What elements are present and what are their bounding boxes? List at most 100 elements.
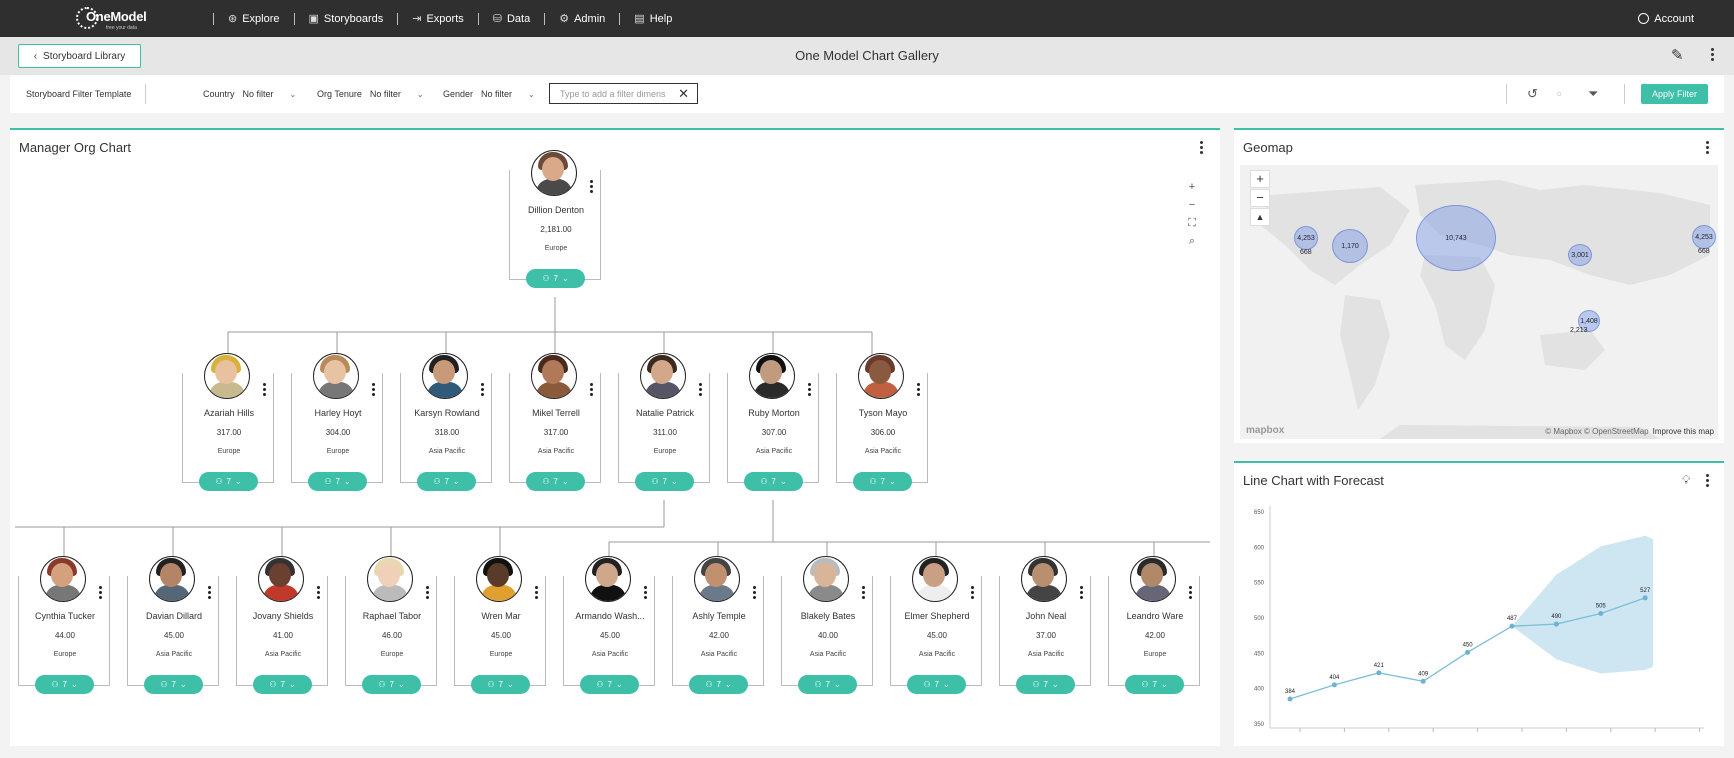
- expand-reports-button[interactable]: ⚇ 7 ⌄: [689, 675, 748, 694]
- map-bubble[interactable]: 4,253: [1692, 225, 1716, 249]
- close-icon[interactable]: ✕: [678, 86, 689, 102]
- org-card[interactable]: Armando Wash... 45.00 Asia Pacific ⚇ 7 ⌄: [563, 556, 655, 694]
- map-zoom-in-icon[interactable]: +: [1250, 170, 1270, 188]
- lightbulb-icon[interactable]: 💡︎: [1682, 473, 1690, 488]
- apply-filter-button[interactable]: Apply Filter: [1641, 84, 1708, 104]
- onemodel-logo[interactable]: OneModel free your data: [76, 6, 147, 31]
- more-vertical-icon[interactable]: [317, 586, 321, 601]
- nav-admin[interactable]: ⚙ Admin: [553, 12, 611, 26]
- chevron-icon: ⌄: [70, 680, 78, 689]
- org-card[interactable]: John Neal 37.00 Asia Pacific ⚇ 7 ⌄: [999, 556, 1091, 694]
- compass-north-icon[interactable]: ▲: [1250, 208, 1270, 226]
- more-vertical-icon[interactable]: [1706, 141, 1710, 157]
- expand-reports-button[interactable]: ⚇ 7 ⌄: [853, 472, 912, 491]
- more-vertical-icon[interactable]: [99, 586, 103, 601]
- org-card[interactable]: Natalie Patrick 311.00 Europe ⚇ 7 ⌄: [618, 353, 710, 491]
- org-card[interactable]: Blakely Bates 40.00 Asia Pacific ⚇ 7 ⌄: [781, 556, 873, 694]
- more-vertical-icon[interactable]: [590, 383, 594, 398]
- expand-reports-button[interactable]: ⚇ 7 ⌄: [526, 269, 585, 288]
- nav-storyboards[interactable]: ▣ Storyboards: [303, 12, 390, 26]
- expand-reports-button[interactable]: ⚇ 7 ⌄: [635, 472, 694, 491]
- more-vertical-icon[interactable]: [590, 180, 594, 195]
- org-card[interactable]: Karsyn Rowland 318.00 Asia Pacific ⚇ 7 ⌄: [400, 353, 492, 491]
- nav-exports[interactable]: ⇥ Exports: [406, 12, 470, 26]
- org-card[interactable]: Azariah Hills 317.00 Europe ⚇ 7 ⌄: [182, 353, 274, 491]
- filter-gender[interactable]: Gender No filter ⌄: [443, 89, 535, 99]
- nav-explore[interactable]: ⊛ Explore: [222, 12, 286, 26]
- org-card[interactable]: Raphael Tabor 46.00 Europe ⚇ 7 ⌄: [345, 556, 437, 694]
- org-card[interactable]: Jovany Shields 41.00 Asia Pacific ⚇ 7 ⌄: [236, 556, 328, 694]
- filter-country[interactable]: Country No filter ⌄: [203, 89, 296, 99]
- expand-reports-button[interactable]: ⚇ 7 ⌄: [526, 472, 585, 491]
- expand-reports-button[interactable]: ⚇ 7 ⌄: [417, 472, 476, 491]
- map-bubble[interactable]: 10,743: [1416, 205, 1496, 271]
- more-vertical-icon[interactable]: [1189, 586, 1193, 601]
- zoom-in-icon[interactable]: +: [1185, 178, 1199, 196]
- more-vertical-icon[interactable]: [208, 586, 212, 601]
- more-vertical-icon[interactable]: [535, 586, 539, 601]
- improve-map-link[interactable]: Improve this map: [1653, 427, 1714, 436]
- zoom-out-icon[interactable]: −: [1185, 196, 1199, 214]
- nav-help[interactable]: ▤ Help: [628, 12, 678, 26]
- filter-funnel-icon[interactable]: ⏷: [1588, 86, 1598, 102]
- map-bubble[interactable]: 3,001: [1568, 244, 1592, 266]
- more-vertical-icon[interactable]: [808, 383, 812, 398]
- map-zoom-out-icon[interactable]: −: [1250, 189, 1270, 207]
- expand-reports-button[interactable]: ⚇ 7 ⌄: [199, 472, 258, 491]
- more-vertical-icon[interactable]: [862, 586, 866, 601]
- expand-reports-button[interactable]: ⚇ 7 ⌄: [362, 675, 421, 694]
- more-vertical-icon[interactable]: [372, 383, 376, 398]
- org-card[interactable]: Mikel Terrell 317.00 Asia Pacific ⚇ 7 ⌄: [509, 353, 601, 491]
- more-vertical-icon[interactable]: [481, 383, 485, 398]
- org-chart-panel: Manager Org Chart Dillion Denton 2,181.0…: [10, 128, 1220, 746]
- undo-icon[interactable]: ↺: [1527, 86, 1538, 102]
- nav-data[interactable]: ⛁ Data: [487, 12, 536, 26]
- expand-reports-button[interactable]: ⚇ 7 ⌄: [1125, 675, 1184, 694]
- expand-reports-button[interactable]: ⚇ 7 ⌄: [35, 675, 94, 694]
- pencil-icon[interactable]: ✎: [1671, 46, 1684, 64]
- expand-reports-button[interactable]: ⚇ 7 ⌄: [798, 675, 857, 694]
- data-label: 527: [1640, 588, 1651, 594]
- expand-reports-button[interactable]: ⚇ 7 ⌄: [253, 675, 312, 694]
- org-card[interactable]: Harley Hoyt 304.00 Europe ⚇ 7 ⌄: [291, 353, 383, 491]
- expand-reports-button[interactable]: ⚇ 7 ⌄: [907, 675, 966, 694]
- more-vertical-icon[interactable]: [1711, 48, 1715, 64]
- employee-value: 45.00: [926, 631, 948, 640]
- org-card[interactable]: Wren Mar 45.00 Europe ⚇ 7 ⌄: [454, 556, 546, 694]
- org-card[interactable]: Ashly Temple 42.00 Asia Pacific ⚇ 7 ⌄: [672, 556, 764, 694]
- more-vertical-icon[interactable]: [699, 383, 703, 398]
- org-card[interactable]: Elmer Shepherd 45.00 Asia Pacific ⚇ 7 ⌄: [890, 556, 982, 694]
- expand-reports-button[interactable]: ⚇ 7 ⌄: [308, 472, 367, 491]
- save-icon[interactable]: ▫: [1557, 86, 1562, 101]
- filter-dimension-input[interactable]: Type to add a filter dimens ✕: [549, 83, 698, 104]
- employee-value: 306.00: [870, 428, 896, 437]
- more-vertical-icon[interactable]: [426, 586, 430, 601]
- expand-reports-button[interactable]: ⚇ 7 ⌄: [1016, 675, 1075, 694]
- org-card[interactable]: Dillion Denton 2,181.00 Europe ⚇ 7 ⌄: [509, 150, 601, 288]
- fit-screen-icon[interactable]: ⛶: [1185, 214, 1199, 232]
- account-menu[interactable]: Account: [1638, 0, 1694, 37]
- map-bubble[interactable]: 4,253: [1294, 226, 1318, 250]
- filter-org-tenure[interactable]: Org Tenure No filter ⌄: [317, 89, 424, 99]
- mapbox-logo[interactable]: mapbox: [1246, 425, 1284, 436]
- world-map[interactable]: + − ▲ 4,253 668 1,170 10,743 3,001 1,408…: [1240, 165, 1718, 439]
- more-vertical-icon[interactable]: [753, 586, 757, 601]
- more-vertical-icon[interactable]: [917, 383, 921, 398]
- expand-reports-button[interactable]: ⚇ 7 ⌄: [744, 472, 803, 491]
- employee-value: 304.00: [325, 428, 351, 437]
- org-card[interactable]: Leandro Ware 42.00 Europe ⚇ 7 ⌄: [1108, 556, 1200, 694]
- more-vertical-icon[interactable]: [263, 383, 267, 398]
- more-vertical-icon[interactable]: [1080, 586, 1084, 601]
- map-bubble[interactable]: 1,170: [1332, 229, 1368, 263]
- expand-reports-button[interactable]: ⚇ 7 ⌄: [471, 675, 530, 694]
- org-card[interactable]: Ruby Morton 307.00 Asia Pacific ⚇ 7 ⌄: [727, 353, 819, 491]
- expand-reports-button[interactable]: ⚇ 7 ⌄: [580, 675, 639, 694]
- org-card[interactable]: Cynthia Tucker 44.00 Europe ⚇ 7 ⌄: [18, 556, 110, 694]
- more-vertical-icon[interactable]: [644, 586, 648, 601]
- org-card[interactable]: Davian Dillard 45.00 Asia Pacific ⚇ 7 ⌄: [127, 556, 219, 694]
- search-icon[interactable]: ⌕: [1185, 232, 1199, 250]
- more-vertical-icon[interactable]: [1706, 474, 1710, 490]
- org-card[interactable]: Tyson Mayo 306.00 Asia Pacific ⚇ 7 ⌄: [836, 353, 928, 491]
- more-vertical-icon[interactable]: [971, 586, 975, 601]
- expand-reports-button[interactable]: ⚇ 7 ⌄: [144, 675, 203, 694]
